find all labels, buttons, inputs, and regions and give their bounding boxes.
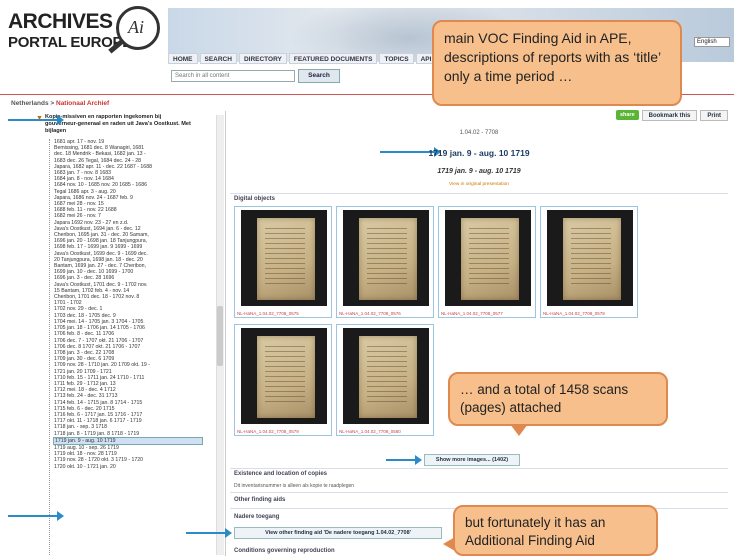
section-divider <box>230 193 728 194</box>
digital-objects-heading: Digital objects <box>234 196 276 202</box>
record-toolbar: share Bookmark this Print <box>615 110 728 121</box>
other-finding-aids-heading: Other finding aids <box>234 497 286 503</box>
nav-topics[interactable]: TOPICS <box>379 53 414 64</box>
scan-thumbnail[interactable]: NL-HaNA_1.04.02_7708_0577 <box>438 206 536 318</box>
annotation-arrow-tree-root <box>8 115 64 125</box>
annotation-arrow-selected-item <box>8 511 64 521</box>
scan-caption[interactable]: NL-HaNA_1.04.02_7708_0579 <box>237 429 299 434</box>
tree-items: 1681 apr. 17 - nov. 19 Bemissing, 1681 de… <box>53 139 203 470</box>
tree-item[interactable]: 1720 okt. 10 - 1721 jan. 20 <box>53 464 203 470</box>
annotation-arrow-more <box>386 455 422 465</box>
callout-additional-text: but fortunately it has an Additional Fin… <box>465 515 606 549</box>
record-title: 1719 jan. 9 - aug. 10 1719 <box>428 148 530 158</box>
bookmark-button[interactable]: Bookmark this <box>641 110 698 121</box>
scan-image <box>445 210 531 306</box>
scan-thumbnail[interactable]: NL-HaNA_1.04.02_7708_0575 <box>234 206 332 318</box>
scan-thumbnail[interactable]: NL-HaNA_1.04.02_7708_0578 <box>540 206 638 318</box>
scan-caption[interactable]: NL-HaNA_1.04.02_7708_0575 <box>237 311 299 316</box>
breadcrumb-archive[interactable]: Nationaal Archief <box>56 100 109 107</box>
archives-portal-europe-logo[interactable]: ARCHIVES PORTAL EUROPE Ai <box>8 6 160 64</box>
record-date: 1719 jan. 9 - aug. 10 1719 <box>437 168 521 175</box>
scan-caption[interactable]: NL-HaNA_1.04.02_7708_0577 <box>441 311 503 316</box>
main-nav: HOME SEARCH DIRECTORY FEATURED DOCUMENTS… <box>168 53 437 64</box>
reference-code: 1.04.02 - 7708 <box>459 130 499 136</box>
scan-page <box>359 218 417 300</box>
scan-image <box>343 328 429 424</box>
tree-guide-line <box>49 139 50 556</box>
tree-item[interactable]: 1719 jan. 9 - aug. 10 1719 <box>53 436 203 445</box>
section-divider <box>230 492 728 493</box>
scan-thumbnail[interactable]: NL-HaNA_1.04.02_7708_0579 <box>234 324 332 436</box>
nav-featured-documents[interactable]: FEATURED DOCUMENTS <box>288 53 378 64</box>
scan-image <box>241 328 327 424</box>
existence-text: Dit inventarisnummer is alleen als kopie… <box>234 483 355 489</box>
print-button[interactable]: Print <box>700 110 728 121</box>
record-detail-panel: share Bookmark this Print 1.04.02 - 7708… <box>186 110 728 556</box>
nadere-toegang-label: Nadere toegang <box>234 514 280 520</box>
nav-home[interactable]: HOME <box>168 53 198 64</box>
language-select[interactable]: English <box>694 37 730 47</box>
finding-aid-tree: ▼ Kopie-missiven en rapporten ingekomen … <box>11 111 226 556</box>
logo-line1: ARCHIVES <box>8 10 113 33</box>
tree-scrollbar-thumb[interactable] <box>217 306 223 366</box>
view-original-link[interactable]: View in original presentation <box>230 182 728 187</box>
breadcrumb: Netherlands > Nationaal Archief <box>11 100 109 107</box>
breadcrumb-country[interactable]: Netherlands <box>11 100 49 107</box>
scan-caption[interactable]: NL-HaNA_1.04.02_7708_0578 <box>543 311 605 316</box>
view-other-finding-aid-button[interactable]: View other finding aid 'De nadere toegan… <box>234 527 442 539</box>
scan-page <box>563 218 621 300</box>
conditions-heading: Conditions governing reproduction <box>234 548 335 554</box>
scan-thumbnail[interactable]: NL-HaNA_1.04.02_7708_0576 <box>336 206 434 318</box>
nav-search[interactable]: SEARCH <box>199 53 237 64</box>
tree-root-node[interactable]: Kopie-missiven en rapporten ingekomen bi… <box>45 114 195 135</box>
existence-heading: Existence and location of copies <box>234 471 328 477</box>
scan-image <box>547 210 633 306</box>
nav-directory[interactable]: DIRECTORY <box>238 53 287 64</box>
show-more-images-button[interactable]: Show more images... (1402) <box>424 454 520 466</box>
scan-page <box>257 218 315 300</box>
callout-total-scans: … and a total of 1458 scans (pages) atta… <box>448 372 668 436</box>
scan-image <box>343 210 429 306</box>
scan-thumbnail[interactable]: NL-HaNA_1.04.02_7708_0580 <box>336 324 434 436</box>
scan-image <box>241 210 327 306</box>
share-button[interactable]: share <box>615 110 639 120</box>
callout-total-scans-text: … and a total of 1458 scans (pages) atta… <box>460 382 629 416</box>
section-divider <box>230 468 728 469</box>
scan-page <box>257 336 315 418</box>
callout-tail <box>510 424 528 436</box>
scan-caption[interactable]: NL-HaNA_1.04.02_7708_0580 <box>339 429 401 434</box>
scan-page <box>461 218 519 300</box>
scan-page <box>359 336 417 418</box>
breadcrumb-separator: > <box>48 100 56 107</box>
logo-mark: Ai <box>128 17 144 37</box>
annotation-arrow-view-other <box>186 528 232 538</box>
scan-caption[interactable]: NL-HaNA_1.04.02_7708_0576 <box>339 311 401 316</box>
search-input[interactable]: Search in all content <box>171 70 295 82</box>
search-button[interactable]: Search <box>298 69 340 83</box>
callout-additional-finding-aid: but fortunately it has an Additional Fin… <box>443 505 658 556</box>
callout-main-finding-aid: main VOC Finding Aid in APE, description… <box>432 20 682 106</box>
callout-tail <box>443 537 455 551</box>
